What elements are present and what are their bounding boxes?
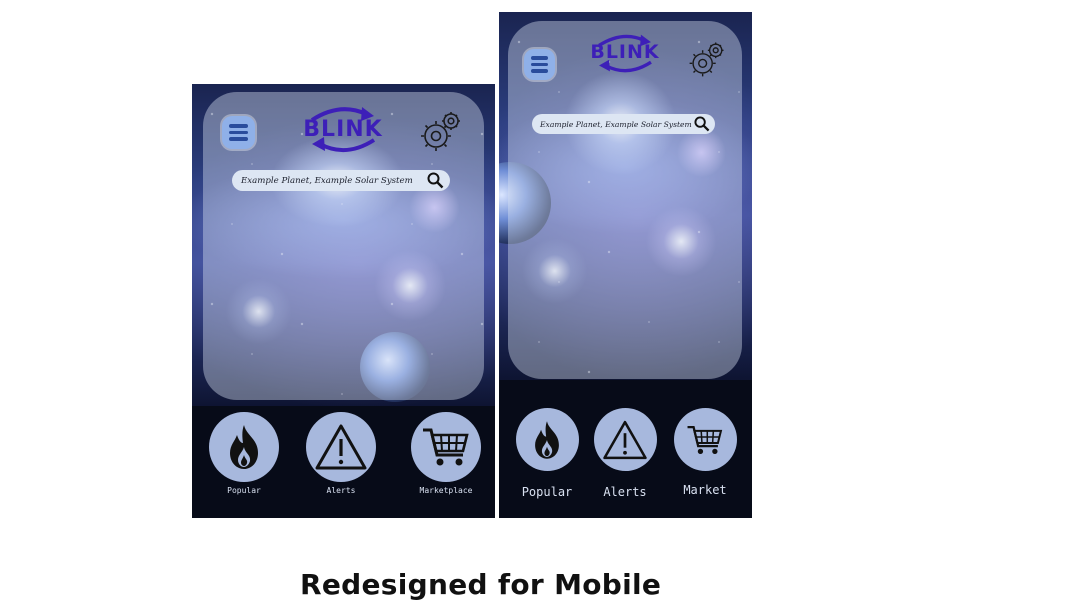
search-icon[interactable] — [427, 172, 444, 189]
nav-label: Popular — [227, 486, 261, 495]
search-icon[interactable] — [694, 116, 710, 132]
nav-popular[interactable]: Popular — [208, 412, 280, 495]
settings-gear-icon[interactable] — [687, 40, 727, 78]
nav-label: Alerts — [603, 485, 647, 499]
mockup-right: BLINK Example Planet, Example Solar Syst… — [499, 12, 752, 518]
search-bar[interactable]: Example Planet, Example Solar System — [232, 170, 450, 191]
nav-label: Popular — [521, 485, 573, 499]
blink-logo: BLINK — [300, 104, 386, 154]
hamburger-menu-button[interactable] — [524, 49, 555, 80]
nav-label: Alerts — [326, 486, 356, 495]
logo-text: BLINK — [590, 41, 660, 63]
search-placeholder: Example Planet, Example Solar System — [241, 175, 413, 186]
logo-text: BLINK — [303, 117, 383, 142]
nav-popular[interactable]: Popular — [513, 408, 581, 499]
nav-alerts[interactable]: Alerts — [592, 408, 658, 499]
flame-icon — [230, 425, 258, 469]
page-caption: Redesigned for Mobile — [300, 568, 662, 601]
nav-alerts[interactable]: Alerts — [305, 412, 377, 495]
search-placeholder: Example Planet, Example Solar System — [540, 119, 692, 129]
nav-market[interactable]: Market — [672, 408, 738, 497]
bottom-nav: Popular Alerts — [499, 380, 752, 518]
nav-marketplace[interactable]: Marketplace — [404, 412, 488, 495]
cart-icon — [423, 428, 469, 466]
bottom-nav: Popular Alerts — [192, 406, 495, 518]
nav-label: Market — [683, 483, 727, 497]
cart-icon — [687, 425, 723, 454]
mockup-left: BLINK Example Planet, Example Solar Syst… — [192, 84, 495, 518]
nav-label: Marketplace — [419, 486, 473, 495]
search-bar[interactable]: Example Planet, Example Solar System — [532, 114, 715, 134]
settings-gear-icon[interactable] — [418, 110, 464, 152]
warning-icon — [603, 420, 647, 459]
warning-icon — [315, 424, 367, 470]
blink-logo: BLINK — [589, 30, 661, 76]
hamburger-menu-button[interactable] — [222, 116, 255, 149]
flame-icon — [535, 420, 559, 459]
